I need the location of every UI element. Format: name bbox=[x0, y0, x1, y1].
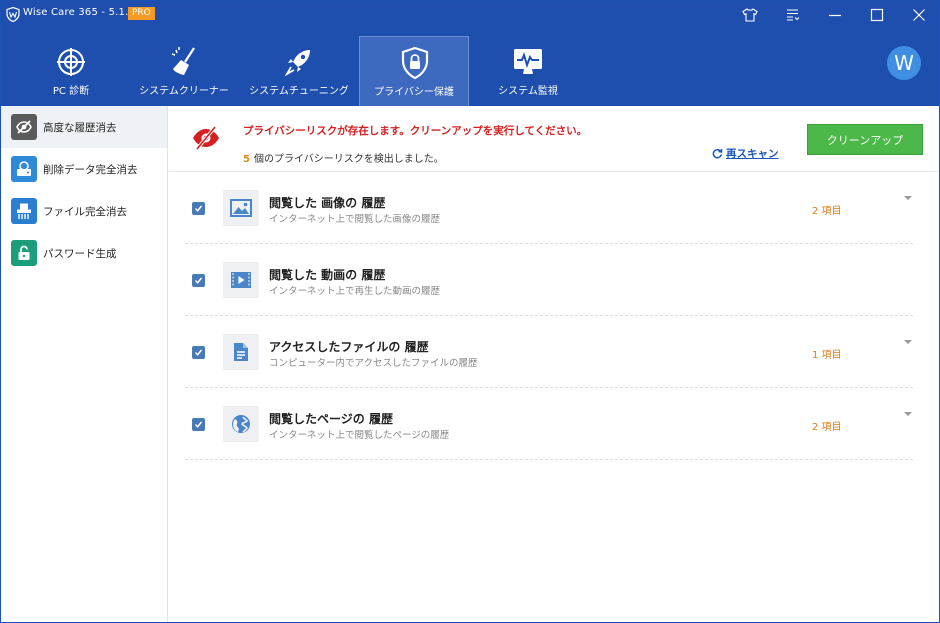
sidebar-item-label: パスワード生成 bbox=[43, 247, 117, 260]
item-title: 閲覧した 画像の 履歴 bbox=[269, 196, 386, 210]
window-title: Wise Care 365 - 5.1.9 bbox=[23, 7, 136, 18]
alert-subtitle: 5 個のプライバシーリスクを検出しました。 bbox=[243, 150, 444, 165]
skin-button[interactable] bbox=[738, 4, 762, 26]
tab-privacy-protection[interactable]: プライバシー保護 bbox=[359, 36, 469, 106]
checkmark-icon bbox=[194, 205, 203, 212]
refresh-icon bbox=[712, 148, 723, 159]
broom-icon bbox=[171, 47, 195, 75]
checkmark-icon bbox=[194, 277, 203, 284]
maximize-icon bbox=[870, 8, 884, 22]
list-item-video-history[interactable]: 閲覧した 動画の 履歴 インターネット上で再生した動画の履歴 bbox=[185, 244, 913, 316]
menu-icon bbox=[787, 9, 800, 21]
tab-pc-diagnosis[interactable]: PC 診断 bbox=[16, 36, 126, 106]
checkmark-icon bbox=[194, 349, 203, 356]
item-checkbox[interactable] bbox=[192, 418, 205, 431]
eye-slash-icon bbox=[11, 114, 37, 140]
item-description: インターネット上で閲覧したページの履歴 bbox=[269, 430, 450, 441]
close-button[interactable] bbox=[907, 4, 931, 26]
cleanup-button[interactable]: クリーンアップ bbox=[807, 124, 923, 155]
title-bar[interactable]: Wise Care 365 - 5.1.9 PRO bbox=[1, 1, 939, 29]
lock-icon bbox=[11, 240, 37, 266]
rescan-label: 再スキャン bbox=[726, 148, 779, 160]
image-icon bbox=[223, 190, 259, 226]
expand-caret-icon[interactable] bbox=[904, 196, 912, 200]
checkmark-icon bbox=[194, 421, 203, 428]
tab-label: システム監視 bbox=[498, 86, 558, 97]
tshirt-icon bbox=[742, 8, 758, 22]
expand-caret-icon[interactable] bbox=[904, 340, 912, 344]
pro-badge: PRO bbox=[128, 7, 155, 20]
tab-system-tuning[interactable]: システムチューニング bbox=[244, 36, 354, 106]
shield-lock-icon bbox=[401, 46, 429, 80]
item-description: コンピューター内でアクセスしたファイルの履歴 bbox=[269, 358, 478, 369]
item-title: 閲覧したページの 履歴 bbox=[269, 412, 393, 426]
item-count: 1 項目 bbox=[812, 350, 842, 361]
sidebar-item-file-erase[interactable]: ファイル完全消去 bbox=[1, 190, 167, 232]
user-avatar[interactable]: W bbox=[887, 46, 921, 80]
sidebar-item-label: 高度な履歴消去 bbox=[43, 121, 117, 134]
tab-system-monitor[interactable]: システム監視 bbox=[473, 36, 583, 106]
shredder-icon bbox=[11, 198, 37, 224]
sidebar-item-deleted-data-erase[interactable]: 削除データ完全消去 bbox=[1, 148, 167, 190]
app-logo-icon bbox=[6, 7, 20, 22]
tab-label: プライバシー保護 bbox=[374, 87, 454, 98]
item-title: アクセスしたファイルの 履歴 bbox=[269, 340, 429, 354]
risk-count-text: 個のプライバシーリスクを検出しました。 bbox=[253, 154, 444, 165]
main-nav: PC 診断 システムクリーナー システムチューニング プライバシー保護 システム… bbox=[1, 36, 939, 106]
tab-system-cleaner[interactable]: システムクリーナー bbox=[129, 36, 239, 106]
main-content: プライバシーリスクが存在します。クリーンアップを実行してください。 5 個のプライ… bbox=[169, 106, 939, 622]
item-description: インターネット上で閲覧した画像の履歴 bbox=[269, 214, 441, 225]
tab-label: PC 診断 bbox=[52, 86, 90, 97]
list-item-page-history[interactable]: 閲覧したページの 履歴 インターネット上で閲覧したページの履歴 2 項目 bbox=[185, 388, 913, 460]
video-icon bbox=[223, 262, 259, 298]
item-checkbox[interactable] bbox=[192, 274, 205, 287]
header: Wise Care 365 - 5.1.9 PRO PC 診断 システムクリーナ… bbox=[1, 1, 939, 106]
close-icon bbox=[913, 9, 925, 21]
disk-erase-icon bbox=[11, 156, 37, 182]
minimize-button[interactable] bbox=[823, 4, 847, 26]
sidebar-item-label: ファイル完全消去 bbox=[43, 205, 127, 218]
alert-title: プライバシーリスクが存在します。クリーンアップを実行してください。 bbox=[243, 125, 588, 137]
list-item-image-history[interactable]: 閲覧した 画像の 履歴 インターネット上で閲覧した画像の履歴 2 項目 bbox=[185, 172, 913, 244]
monitor-pulse-icon bbox=[514, 49, 542, 74]
item-count: 2 項目 bbox=[812, 206, 842, 217]
item-description: インターネット上で再生した動画の履歴 bbox=[269, 286, 441, 297]
list-item-file-history[interactable]: アクセスしたファイルの 履歴 コンピューター内でアクセスしたファイルの履歴 1 … bbox=[185, 316, 913, 388]
app-window: Wise Care 365 - 5.1.9 PRO PC 診断 システムクリーナ… bbox=[0, 0, 940, 623]
globe-icon bbox=[223, 406, 259, 442]
expand-caret-icon[interactable] bbox=[904, 412, 912, 416]
item-checkbox[interactable] bbox=[192, 346, 205, 359]
menu-button[interactable] bbox=[781, 4, 805, 26]
item-count: 2 項目 bbox=[812, 422, 842, 433]
rocket-icon bbox=[284, 50, 310, 77]
globe-target-icon bbox=[57, 48, 85, 76]
item-title: 閲覧した 動画の 履歴 bbox=[269, 268, 386, 282]
risk-count: 5 bbox=[243, 154, 250, 165]
privacy-warning-eye-icon bbox=[193, 125, 219, 151]
document-icon bbox=[223, 334, 259, 370]
sidebar: 高度な履歴消去 削除データ完全消去 ファイル完全消去 パスワード生成 bbox=[1, 106, 168, 622]
maximize-button[interactable] bbox=[865, 4, 889, 26]
minimize-icon bbox=[829, 14, 841, 17]
item-checkbox[interactable] bbox=[192, 202, 205, 215]
sidebar-item-password-generator[interactable]: パスワード生成 bbox=[1, 232, 167, 274]
tab-label: システムチューニング bbox=[249, 86, 349, 97]
tab-label: システムクリーナー bbox=[139, 86, 229, 97]
sidebar-item-label: 削除データ完全消去 bbox=[43, 163, 138, 176]
sidebar-item-advanced-history-erase[interactable]: 高度な履歴消去 bbox=[1, 106, 167, 148]
rescan-link[interactable]: 再スキャン bbox=[712, 146, 779, 161]
privacy-alert-banner: プライバシーリスクが存在します。クリーンアップを実行してください。 5 個のプライ… bbox=[169, 106, 939, 172]
